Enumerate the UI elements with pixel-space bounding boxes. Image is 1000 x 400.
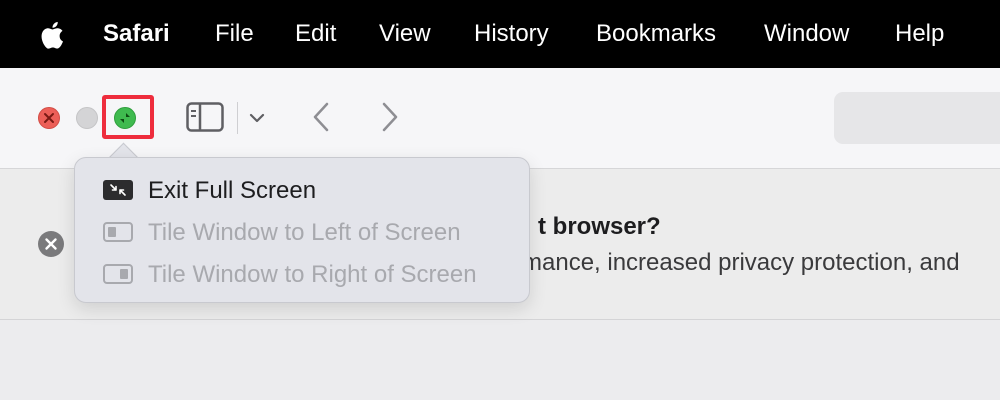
address-bar[interactable] — [834, 92, 1000, 144]
menu-item-label: Exit Full Screen — [148, 177, 317, 204]
menu-file[interactable]: File — [215, 0, 254, 68]
menu-item-tile-left: Tile Window to Left of Screen — [75, 212, 529, 252]
menu-safari[interactable]: Safari — [103, 0, 170, 68]
browser-toolbar — [0, 68, 1000, 169]
forward-icon[interactable] — [381, 102, 399, 132]
back-icon[interactable] — [312, 102, 330, 132]
exit-fullscreen-icon — [103, 180, 133, 200]
sidebar-icon[interactable] — [186, 102, 224, 132]
close-window-button[interactable] — [38, 107, 60, 129]
menu-item-label: Tile Window to Right of Screen — [148, 261, 477, 288]
menu-view[interactable]: View — [379, 0, 431, 68]
chevron-down-icon[interactable] — [249, 112, 265, 124]
menu-bar: Safari File Edit View History Bookmarks … — [0, 0, 1000, 68]
zoom-button-highlight — [102, 95, 154, 139]
page-content-area — [0, 320, 1000, 400]
tile-right-icon — [103, 264, 133, 284]
fullscreen-popup-menu: Exit Full Screen Tile Window to Left of … — [74, 157, 530, 303]
apple-logo-icon[interactable] — [38, 20, 64, 50]
close-icon — [44, 113, 54, 123]
minimize-window-button[interactable] — [76, 107, 98, 129]
menu-item-label: Tile Window to Left of Screen — [148, 219, 461, 246]
tile-left-icon — [103, 222, 133, 242]
menu-edit[interactable]: Edit — [295, 0, 336, 68]
menu-bookmarks[interactable]: Bookmarks — [596, 0, 716, 68]
toolbar-divider — [237, 102, 238, 134]
menu-window[interactable]: Window — [764, 0, 849, 68]
menu-item-tile-right: Tile Window to Right of Screen — [75, 254, 529, 294]
menu-help[interactable]: Help — [895, 0, 944, 68]
menu-history[interactable]: History — [474, 0, 549, 68]
banner-text: mance, increased privacy protection, and — [522, 249, 960, 276]
banner-title: t browser? — [538, 213, 661, 240]
close-icon — [45, 238, 57, 250]
menu-item-exit-full-screen[interactable]: Exit Full Screen — [75, 170, 529, 210]
banner-close-button[interactable] — [38, 231, 64, 257]
